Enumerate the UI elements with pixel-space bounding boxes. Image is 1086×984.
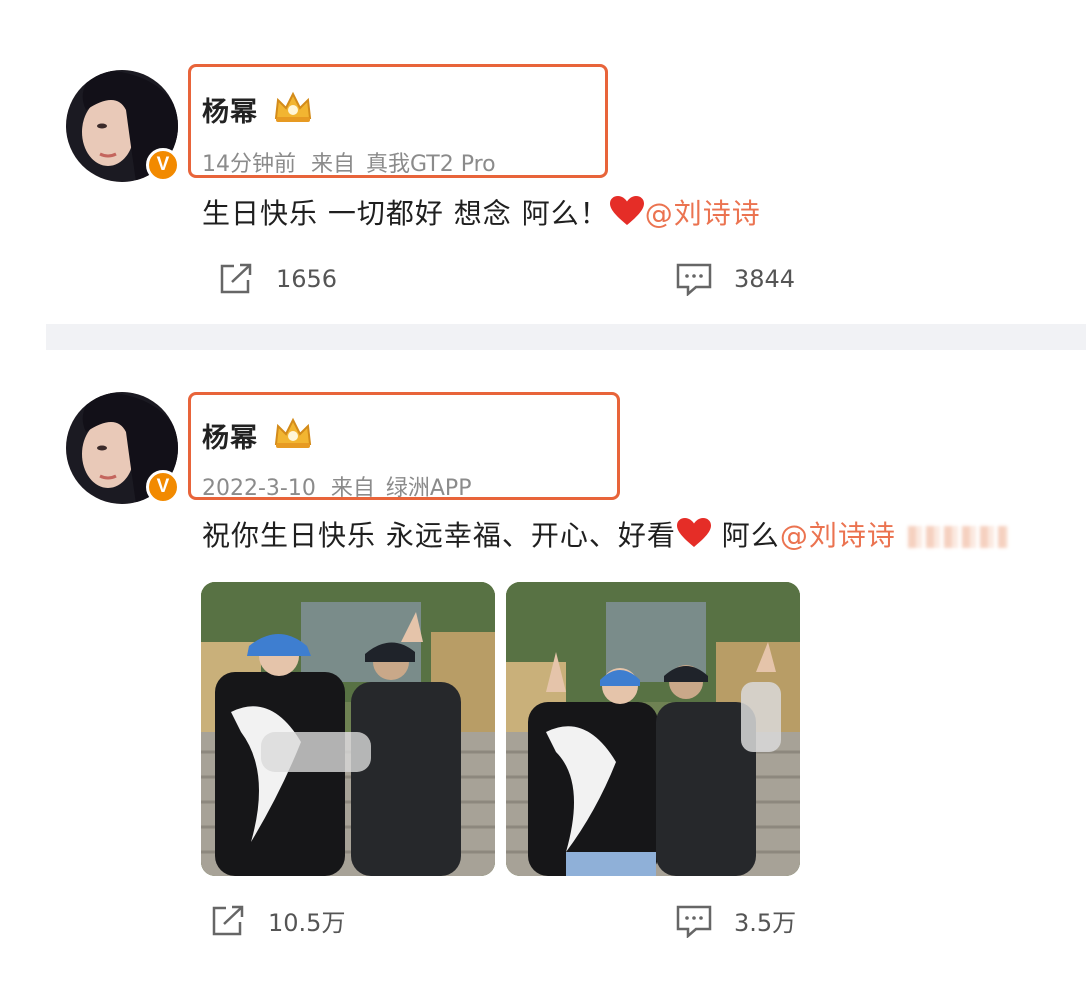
weibo-post-1: V 杨幂 14分钟前 来自 真我GT2 Pro 生日快乐 一切都好 想念 阿么！… — [0, 0, 1086, 324]
author-name[interactable]: 杨幂 — [202, 90, 258, 129]
source-prefix: 来自 — [311, 152, 356, 177]
comment-count: 3.5万 — [734, 909, 797, 937]
post-meta: 14分钟前 来自 真我GT2 Pro — [202, 146, 496, 178]
verified-badge: V — [146, 148, 180, 182]
repost-count: 10.5万 — [268, 909, 346, 937]
post-source[interactable]: 绿洲APP — [386, 476, 472, 501]
comment-icon — [676, 905, 712, 938]
blurred-emoji — [907, 526, 1008, 548]
post-divider — [46, 324, 1086, 350]
post-time[interactable]: 14分钟前 — [202, 152, 296, 177]
source-prefix: 来自 — [330, 476, 375, 501]
post-meta: 2022-3-10 来自 绿洲APP — [202, 470, 471, 502]
author-name[interactable]: 杨幂 — [202, 416, 258, 455]
post-text-body: 祝你生日快乐 永远幸福、开心、好看 — [202, 519, 676, 552]
post-image-1[interactable] — [201, 582, 495, 876]
post-time[interactable]: 2022-3-10 — [202, 476, 316, 501]
repost-button[interactable]: 10.5万 — [210, 903, 345, 938]
post-text: 生日快乐 一切都好 想念 阿么！ @刘诗诗 — [202, 192, 761, 232]
post-source[interactable]: 真我GT2 Pro — [366, 152, 496, 177]
repost-icon — [212, 905, 244, 935]
post-text-tail: 阿么 — [711, 519, 780, 552]
post-text-body: 生日快乐 一切都好 想念 阿么！ — [202, 197, 609, 230]
crown-icon — [274, 417, 312, 448]
post-image-2[interactable] — [506, 582, 800, 876]
weibo-post-2: V 杨幂 2022-3-10 来自 绿洲APP 祝你生日快乐 永远幸福、开心、好… — [0, 350, 1086, 984]
mention-link[interactable]: @刘诗诗 — [780, 519, 896, 552]
comment-button[interactable]: 3.5万 — [676, 903, 796, 938]
heart-emoji-icon — [676, 518, 711, 547]
mention-link[interactable]: @刘诗诗 — [645, 197, 761, 230]
heart-emoji-icon — [609, 196, 644, 225]
post-text: 祝你生日快乐 永远幸福、开心、好看 阿么@刘诗诗 — [202, 514, 1008, 554]
crown-icon — [274, 91, 312, 122]
comment-count: 3844 — [734, 265, 796, 293]
repost-count: 1656 — [276, 265, 338, 293]
repost-button[interactable]: 1656 — [218, 262, 337, 296]
comment-icon — [676, 263, 712, 296]
verified-badge: V — [146, 470, 180, 504]
repost-icon — [220, 263, 252, 294]
comment-button[interactable]: 3844 — [676, 262, 795, 296]
